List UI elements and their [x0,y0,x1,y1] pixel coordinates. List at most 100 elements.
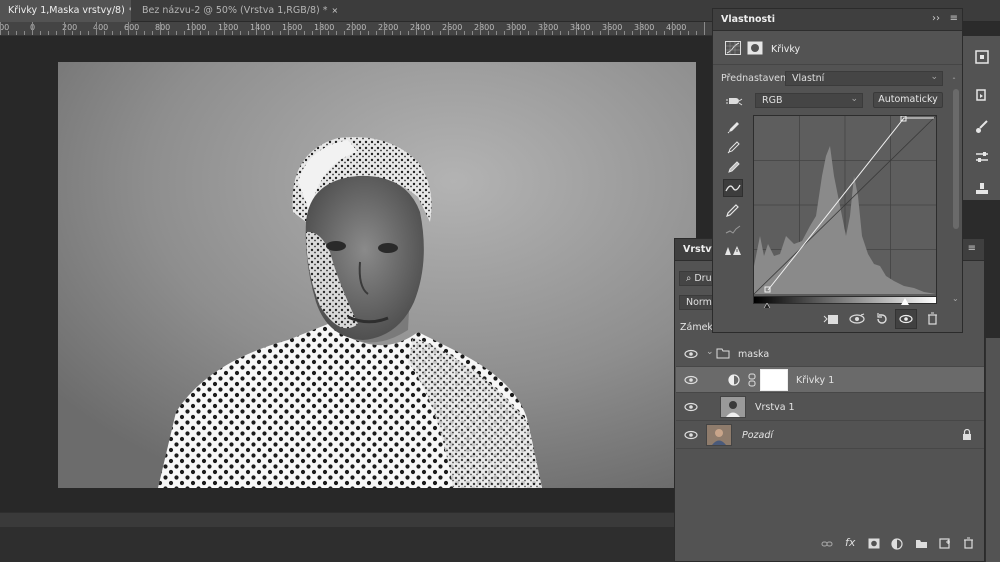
document-tab-label: Křivky 1,Maska vrstvy/8) [8,5,125,16]
collapse-panel-icon[interactable]: ›› [932,13,940,24]
cube-3d-icon[interactable] [971,46,993,68]
ruler-tick [72,31,73,35]
ruler-label: 2200 [378,23,399,32]
horizontal-ruler: 200 0 200 400 600 800 1000 1200 1400 160… [0,22,712,36]
close-tab-icon[interactable]: *× [129,6,131,15]
ruler-tick [168,31,169,35]
layer-row-group[interactable]: ⌄ maska [676,341,984,367]
layer-name: maska [738,349,770,360]
ruler-tick [504,31,505,35]
ruler-tick [440,31,441,35]
input-gradient-bar [753,296,937,304]
visibility-eye-icon[interactable] [684,348,698,360]
pencil-icon[interactable] [723,201,743,219]
smooth-curve-icon[interactable] [723,221,743,239]
properties-scrollbar[interactable]: ˆ ⌄ [952,77,959,317]
new-adjustment-icon[interactable] [891,538,903,550]
ruler-label: 3200 [538,23,559,32]
visibility-eye-icon[interactable] [684,429,698,441]
clip-to-layer-icon[interactable] [823,313,839,326]
visibility-eye-icon [899,314,913,324]
properties-panel-title[interactable]: Vlastnosti [721,14,775,25]
toggle-visibility-button[interactable] [895,309,917,329]
ruler-tick [592,31,593,35]
channel-dropdown[interactable]: RGB ⌄ [755,93,863,108]
chevron-down-icon: ⌄ [850,94,858,104]
layer-row-curves-selected[interactable]: Křivky 1 [676,367,984,393]
ruler-tick [48,31,49,35]
layer-style-fx-button[interactable]: fx [845,536,855,549]
stamp-icon[interactable] [971,178,993,200]
ruler-tick [600,31,601,35]
ruler-tick [16,31,17,35]
document-tab-active[interactable]: Křivky 1,Maska vrstvy/8) *× [0,0,131,22]
canvas-bottom-strip [0,512,676,527]
ruler-tick [624,31,625,35]
ruler-tick [688,31,689,35]
target-adjust-hand-icon[interactable] [725,95,743,109]
ruler-label: 2000 [346,23,367,32]
panel-menu-icon[interactable]: ≡ [950,13,958,24]
ruler-tick [392,31,393,35]
layer-name: Vrstva 1 [755,402,795,413]
ruler-tick [680,31,681,35]
eyedropper-gray-icon[interactable] [723,139,743,157]
layer-row-background[interactable]: Pozadí [676,421,984,449]
ruler-tick [384,22,385,35]
visibility-eye-icon[interactable] [684,401,698,413]
auto-button[interactable]: Automaticky [873,92,943,108]
ruler-tick [320,22,321,35]
chevron-up-icon[interactable]: ˆ [952,77,956,86]
new-group-icon[interactable] [915,538,928,549]
ruler-tick [376,31,377,35]
document-tab-inactive[interactable]: Bez názvu-2 @ 50% (Vrstva 1,RGB/8) * × [134,0,344,22]
add-mask-icon[interactable] [868,538,880,549]
ruler-tick [24,31,25,35]
delete-adjustment-icon[interactable] [927,312,938,325]
view-previous-state-icon[interactable] [849,313,865,325]
close-tab-icon[interactable]: × [332,6,339,15]
layer-row-layer1[interactable]: Vrstva 1 [676,393,984,421]
ruler-tick [0,22,1,35]
ruler-label: 3800 [634,23,655,32]
lock-icon[interactable] [962,429,972,441]
curves-adjustment-icon[interactable] [725,41,741,55]
layer-mask-thumbnail[interactable] [760,369,788,391]
link-layers-icon[interactable] [821,539,833,549]
ruler-tick [480,22,481,35]
ruler-label: 3400 [570,23,591,32]
chevron-down-icon[interactable]: ⌄ [952,294,959,303]
ruler-tick [64,22,65,35]
ruler-tick [704,22,705,35]
ruler-tick [496,31,497,35]
document-photo[interactable] [58,62,696,488]
eyedropper-black-icon[interactable] [723,119,743,137]
white-point-slider[interactable] [901,298,909,305]
clipping-warning-icon[interactable] [723,241,743,259]
link-icon[interactable] [748,373,756,387]
ruler-tick [304,31,305,35]
ruler-tick [512,22,513,35]
ruler-tick [144,31,145,35]
visibility-eye-icon[interactable] [684,374,698,386]
preset-dropdown[interactable]: Vlastní ⌄ [785,71,943,86]
ruler-label: 2400 [410,23,431,32]
reset-icon[interactable] [875,312,889,326]
ruler-tick [184,31,185,35]
adjustments-icon[interactable] [971,146,993,168]
brush-icon[interactable] [971,116,993,138]
curves-graph[interactable] [753,115,937,303]
delete-layer-icon[interactable] [963,537,974,549]
panel-menu-icon[interactable]: ≡ [968,243,976,254]
ruler-tick [8,31,9,35]
ruler-tick [576,22,577,35]
curve-points-icon[interactable] [723,179,743,197]
chevron-down-icon[interactable]: ⌄ [706,347,714,357]
mask-properties-icon[interactable] [747,41,763,55]
ruler-tick [360,31,361,35]
ruler-tick [400,31,401,35]
eyedropper-white-icon[interactable] [723,159,743,177]
ruler-label: 1000 [186,23,207,32]
history-icon[interactable] [971,84,993,106]
new-layer-icon[interactable] [939,537,951,549]
